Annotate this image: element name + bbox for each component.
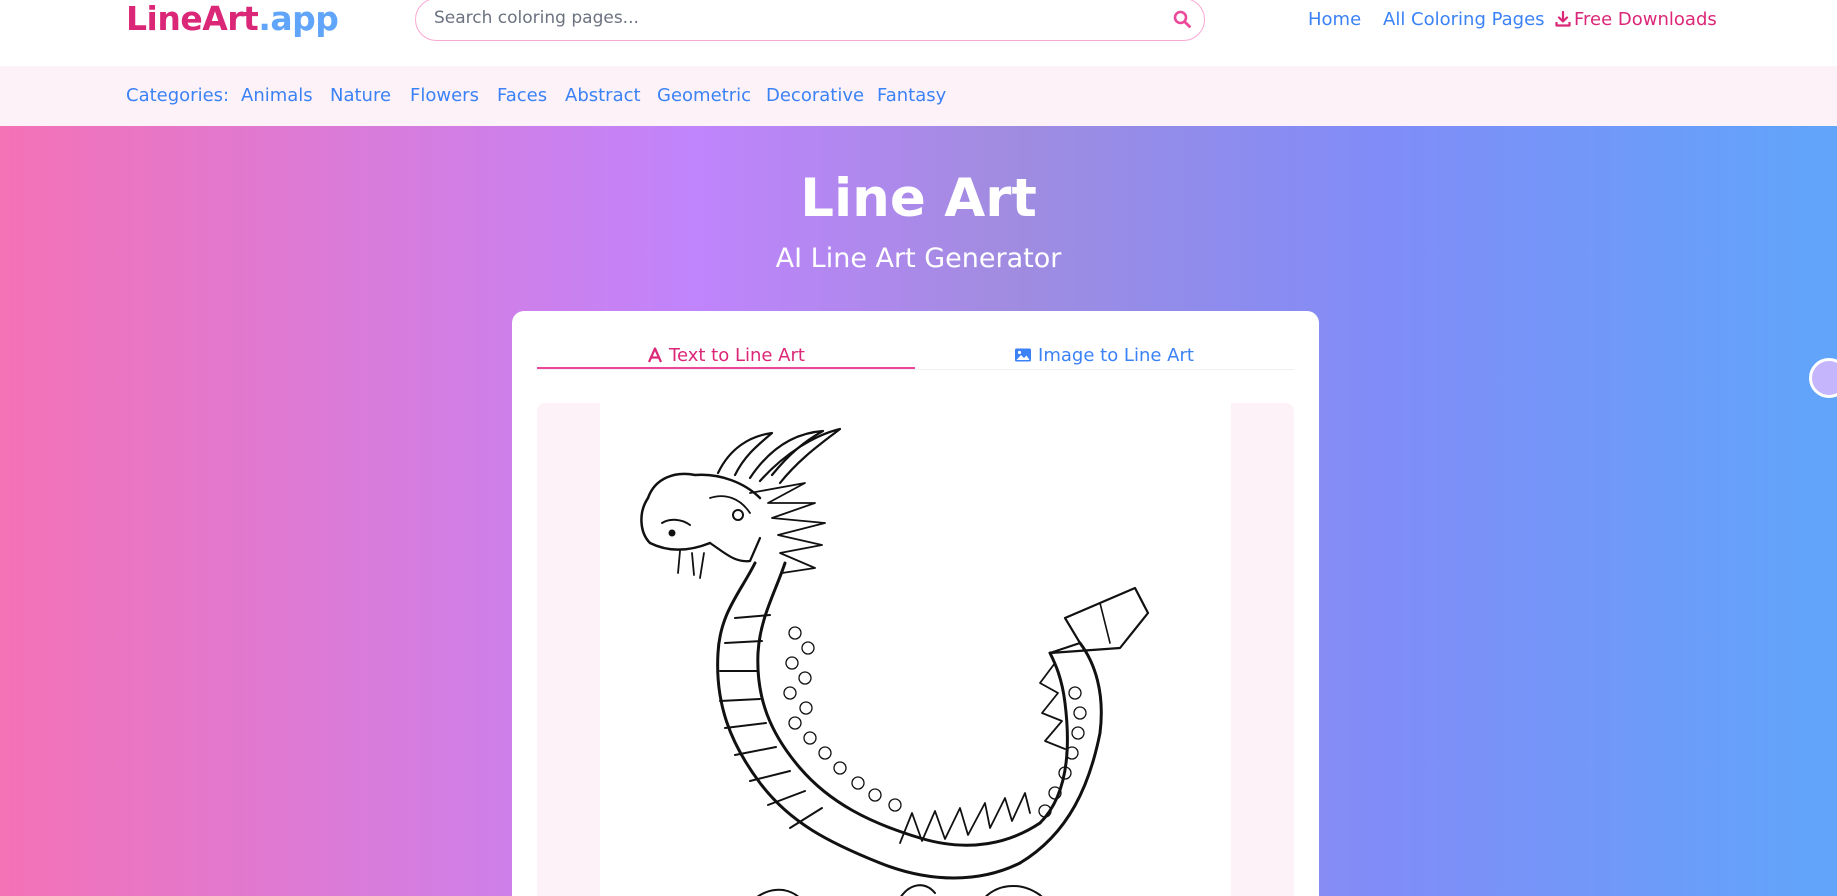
side-widget-button[interactable]: [1809, 358, 1837, 398]
category-faces[interactable]: Faces: [497, 85, 547, 106]
dragon-line-art-icon: [640, 427, 1150, 896]
tab-divider: [537, 369, 1294, 370]
site-header: LineArt.app Search coloring pages... Hom…: [0, 0, 1837, 66]
nav-downloads-link[interactable]: Free Downloads: [1555, 9, 1717, 30]
tab-image-label: Image to Line Art: [1038, 345, 1194, 366]
search-icon[interactable]: [1172, 9, 1192, 29]
category-animals[interactable]: Animals: [241, 85, 313, 106]
nav-downloads-label: Free Downloads: [1574, 9, 1717, 30]
tab-image-to-line-art[interactable]: Image to Line Art: [915, 311, 1293, 381]
tab-text-to-line-art[interactable]: Text to Line Art: [537, 311, 915, 381]
site-logo[interactable]: LineArt.app: [126, 0, 339, 38]
category-bar: Categories: Animals Nature Flowers Faces…: [0, 66, 1837, 126]
nav-home-link[interactable]: Home: [1308, 9, 1361, 30]
search-input[interactable]: Search coloring pages...: [415, 0, 1205, 41]
search-placeholder: Search coloring pages...: [434, 8, 639, 28]
category-geometric[interactable]: Geometric: [657, 85, 751, 106]
font-a-icon: [648, 347, 663, 363]
result-preview: [537, 403, 1294, 896]
categories-label: Categories:: [126, 85, 230, 106]
category-decorative[interactable]: Decorative: [766, 85, 864, 106]
dragon-line-art-image: [600, 403, 1231, 896]
category-abstract[interactable]: Abstract: [565, 85, 641, 106]
hero-section: Line Art AI Line Art Generator Text to L…: [0, 126, 1837, 896]
category-flowers[interactable]: Flowers: [410, 85, 479, 106]
category-fantasy[interactable]: Fantasy: [877, 85, 946, 106]
logo-tld: .app: [258, 0, 339, 38]
nav-all-pages-link[interactable]: All Coloring Pages: [1383, 9, 1545, 30]
page-subtitle: AI Line Art Generator: [775, 243, 1062, 274]
image-icon: [1015, 348, 1032, 362]
generator-card: Text to Line Art Image to Line Art: [512, 311, 1319, 896]
logo-brand: LineArt: [126, 0, 259, 38]
download-icon: [1555, 10, 1571, 27]
category-nature[interactable]: Nature: [330, 85, 391, 106]
page-title: Line Art: [800, 168, 1037, 229]
tab-text-label: Text to Line Art: [669, 345, 805, 366]
